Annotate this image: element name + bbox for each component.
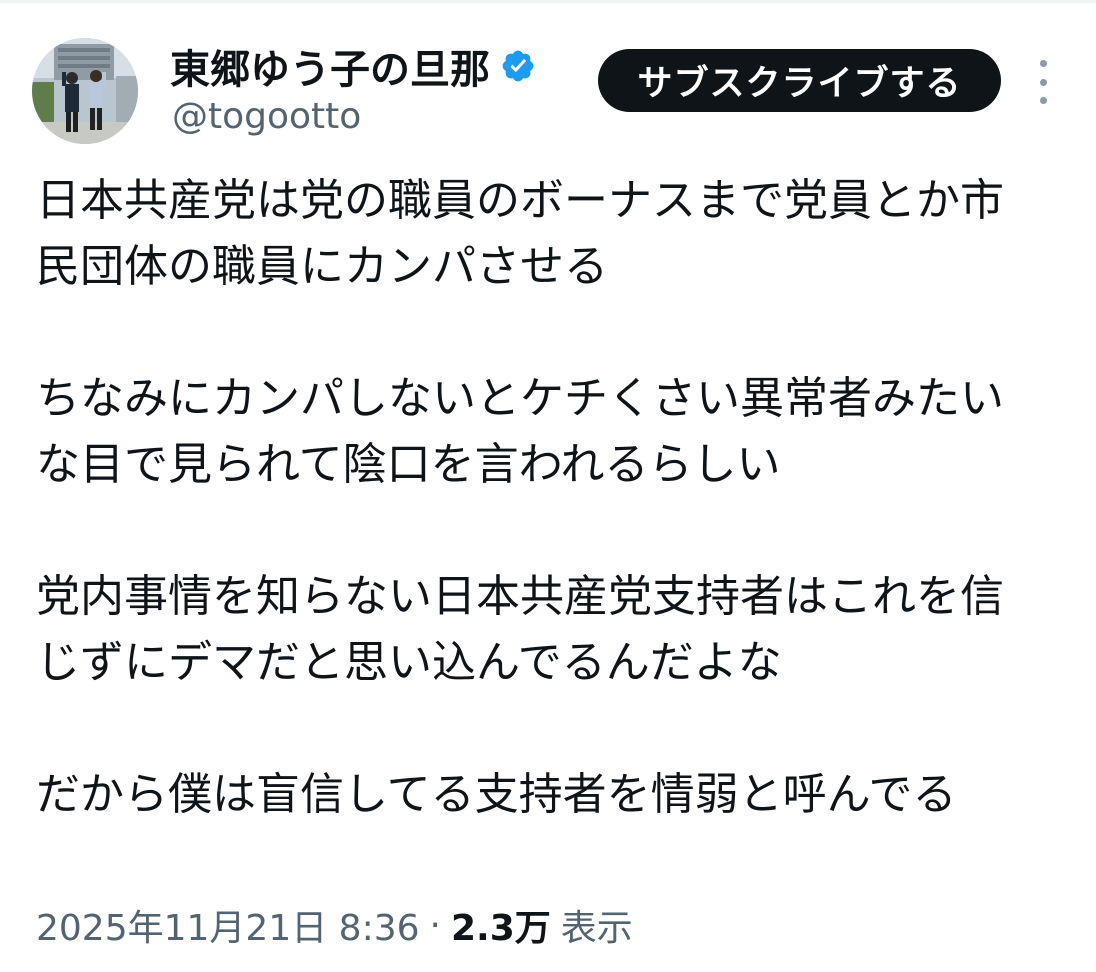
tweet-timestamp[interactable]: 2025年11月21日 8:36 — [36, 899, 420, 951]
tweet-meta: 2025年11月21日 8:36 · 2.3万 表示 — [36, 895, 633, 955]
tweet-paragraph: だから僕は盲信してる支持者を情弱と呼んでる — [36, 769, 957, 820]
more-dot — [1039, 97, 1047, 104]
more-options-icon[interactable] — [1028, 60, 1058, 104]
verified-badge-icon[interactable] — [500, 48, 536, 84]
author-handle[interactable]: @togootto — [172, 96, 361, 137]
top-divider — [0, 0, 1096, 3]
views-count: 2.3万 — [450, 908, 551, 949]
author-display-name[interactable]: 東郷ゆう子の旦那 — [170, 37, 490, 95]
subscribe-button[interactable]: サブスクライブする — [598, 49, 1001, 112]
more-dot — [1039, 78, 1047, 86]
tweet-paragraph: 党内事情を知らない日本共産党支持者はこれを信じずにデマだと思い込んでるんだよな — [36, 571, 1004, 688]
avatar-photo — [32, 38, 138, 144]
author-name-row: 東郷ゆう子の旦那 — [170, 37, 536, 95]
tweet-paragraph: ちなみにカンパしないとケチくさい異常者みたいな目で見られて陰口を言われるらしい — [36, 373, 1004, 490]
tweet-text: 日本共産党は党の職員のボーナスまで党員とか市民団体の職員にカンパさせる ちなみに… — [36, 168, 1046, 828]
views-label: 表示 — [560, 908, 633, 949]
tweet-paragraph: 日本共産党は党の職員のボーナスまで党員とか市民団体の職員にカンパさせる — [36, 175, 1004, 292]
more-dot — [1039, 60, 1047, 67]
meta-separator: · — [429, 904, 441, 946]
avatar[interactable] — [32, 38, 138, 144]
